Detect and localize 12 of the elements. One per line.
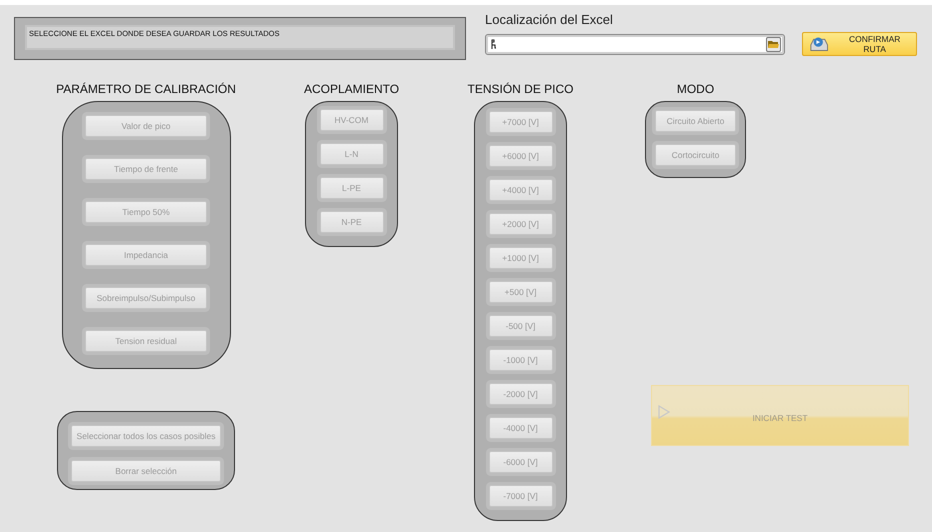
play-icon <box>658 404 670 418</box>
path-label: Localización del Excel <box>485 12 614 29</box>
browse-button[interactable] <box>766 36 781 52</box>
folder-icon <box>768 40 779 48</box>
confirm-button[interactable]: CONFIRMAR RUTA <box>802 32 917 56</box>
section-title: MODO <box>676 81 714 98</box>
section-title: TENSIÓN DE PICO <box>468 81 574 98</box>
drive-icon <box>809 35 830 53</box>
section-title: PARÁMETRO DE CALIBRACIÓN <box>56 81 236 98</box>
section-title: ACOPLAMIENTO <box>304 81 400 98</box>
path-field[interactable] <box>485 34 785 54</box>
path-symbol-icon <box>491 38 497 50</box>
